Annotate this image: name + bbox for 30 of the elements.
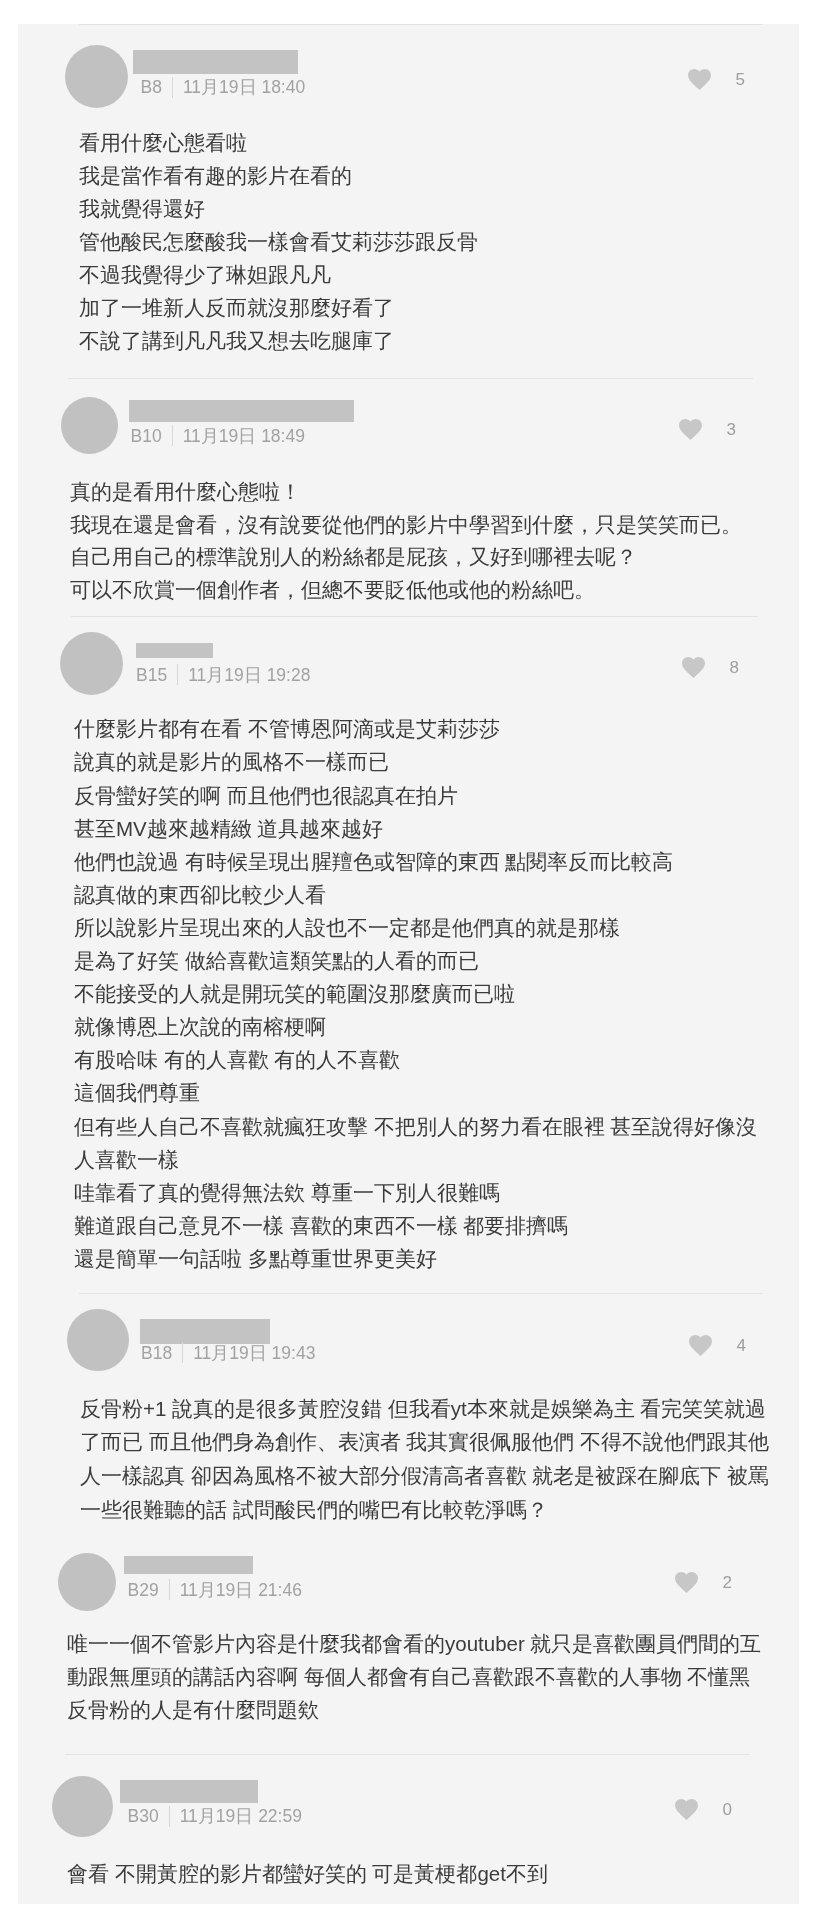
heart-icon[interactable] bbox=[681, 656, 705, 678]
comment-text: 會看 不開黃腔的影片都蠻好笑的 可是黃梗都get不到 bbox=[67, 1860, 549, 1887]
heart-icon[interactable] bbox=[688, 1335, 712, 1357]
heart-icon[interactable] bbox=[674, 1798, 698, 1820]
like-count: 3 bbox=[726, 418, 736, 440]
floor-number: B30 bbox=[127, 1806, 159, 1827]
comment-text: 看用什麼心態看啦 我是當作看有趣的影片在看的 我就覺得還好 管他酸民怎麼酸我一樣會看艾莉莎莎跟反骨 不過我覺得少了琳妲跟凡凡 加了一堆新人反而就沒那麼好看了 不說了講到凡凡我又想去吃腿庫了 bbox=[79, 129, 479, 354]
like-count: 0 bbox=[722, 1798, 732, 1820]
post-time: 11月19日 19:28 bbox=[188, 664, 311, 685]
like-count: 5 bbox=[735, 69, 745, 90]
floor-number: B15 bbox=[136, 664, 168, 685]
floor-number: B8 bbox=[140, 77, 162, 98]
comment-text: 什麼影片都有在看 不管博恩阿滴或是艾莉莎莎 說真的就是影片的風格不一樣而已 反骨蠻好笑的啊 而且他們也很認真在拍片 甚至MV越來越精緻 道具越來越好 他們也說過 有時候呈現出腥羶色或智障的東西 點閱率反而比較高 認真做的東西卻比較少人看 所以說影片呈現出來的人設也不一定都是他們真的就是那樣 是為了好笑 做給喜歡這類笑點的人看的而已 不能接受的人就是開玩笑的範圍沒那麼廣而已啦 就像博恩上次說的南榕梗啊 有股哈味 有的人喜歡 有的人不喜歡 這個我們尊重 但有些人自己不喜歡就瘋狂攻擊 不把別人的努力看在眼裡 甚至說得好像沒 人喜歡一樣 哇靠看了真的覺得無法欸 尊重一下別人很難嗎 難道跟自己意見不一樣 喜歡的東西不一樣 都要排擠嗎 還是簡單一句話啦 多點尊重世界更美好 bbox=[74, 716, 759, 1272]
floor-number: B18 bbox=[141, 1342, 173, 1363]
like-count: 8 bbox=[729, 656, 739, 678]
post-time: 11月19日 22:59 bbox=[179, 1806, 302, 1827]
heart-icon[interactable] bbox=[678, 418, 702, 440]
comment-text: 反骨粉+1 說真的是很多黃腔沒錯 但我看yt本來就是娛樂為主 看完笑笑就過 了而已 而且他們身為創作、表演者 我其實很佩服他們 不得不說他們跟其他 人一樣認真 卻因為風格不被大部分假清高者喜歡 就老是被踩在腳底下 被罵 一些很難聽的話 試問酸民們的嘴巴有比較乾淨嗎？ bbox=[80, 1395, 771, 1523]
like-count: 4 bbox=[736, 1335, 746, 1357]
post-time: 11月19日 21:46 bbox=[179, 1579, 302, 1600]
heart-icon[interactable] bbox=[687, 69, 711, 90]
floor-number: B29 bbox=[127, 1579, 159, 1600]
like-count: 2 bbox=[722, 1572, 732, 1594]
post-time: 11月19日 18:49 bbox=[182, 425, 305, 446]
comment-text: 真的是看用什麼心態啦！ 我現在還是會看，沒有說要從他們的影片中學習到什麼，只是笑笑而已。 自己用自己的標準說別人的粉絲都是屁孩，又好到哪裡去呢？ 可以不欣賞一個創作者，但總不要貶低他或他的粉絲吧。 bbox=[70, 479, 743, 603]
post-time: 11月19日 18:40 bbox=[182, 77, 306, 98]
post-time: 11月19日 19:43 bbox=[193, 1342, 316, 1363]
floor-number: B10 bbox=[130, 425, 162, 446]
heart-icon[interactable] bbox=[674, 1572, 698, 1594]
comment-text: 唯一一個不管影片內容是什麼我都會看的youtuber 就只是喜歡團員們間的互 動跟無厘頭的講話內容啊 每個人都會有自己喜歡跟不喜歡的人事物 不懂黑 反骨粉的人是有什麼問題欸 bbox=[67, 1630, 763, 1723]
